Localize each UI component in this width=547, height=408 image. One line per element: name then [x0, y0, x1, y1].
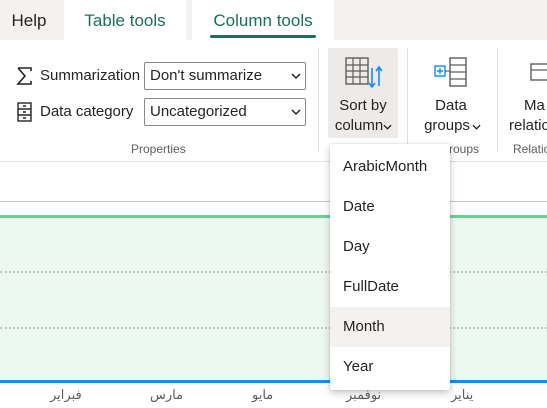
chart-series-line	[0, 380, 547, 383]
ribbon-tab-bar: Help Table tools Column tools	[0, 0, 547, 40]
tab-column-tools-label: Column tools	[213, 11, 313, 30]
x-axis-tick: فبراير	[50, 388, 82, 403]
data-groups-button[interactable]: Data groups	[414, 48, 488, 138]
sigma-icon	[16, 67, 32, 85]
tab-table-tools[interactable]: Table tools	[64, 0, 186, 40]
summarization-dropdown[interactable]: Don't summarize	[144, 62, 306, 90]
relationships-group-label: Relatio	[513, 142, 547, 156]
menu-item-fulldate[interactable]: FullDate	[330, 267, 450, 307]
x-axis-tick: يناير	[451, 388, 474, 403]
manage-relationships-button[interactable]: Ma relatio	[504, 48, 547, 138]
group-divider	[318, 48, 319, 152]
data-category-value: Uncategorized	[150, 103, 247, 120]
active-tab-indicator	[210, 35, 316, 38]
manage-relationships-label-2: relatio	[509, 117, 547, 134]
sort-by-column-label-2: column	[334, 117, 384, 134]
x-axis-tick: مايو	[252, 388, 274, 403]
report-canvas: فبراير مارس مايو نوفمبر يناير	[0, 162, 547, 408]
chevron-down-icon	[383, 124, 392, 130]
menu-item-day[interactable]: Day	[330, 227, 450, 267]
sort-by-column-label-1: Sort by	[339, 97, 387, 114]
menu-item-arabicmonth[interactable]: ArabicMonth	[330, 147, 450, 187]
manage-relationships-icon	[530, 63, 547, 81]
x-axis-tick: مارس	[150, 388, 184, 403]
chevron-down-icon	[291, 73, 301, 80]
group-divider	[497, 48, 498, 152]
menu-item-year[interactable]: Year	[330, 347, 450, 387]
x-axis-tick: نوفمبر	[346, 388, 382, 403]
visual-header	[0, 162, 547, 202]
area-chart[interactable]	[0, 215, 547, 383]
chevron-down-icon	[472, 124, 481, 130]
properties-group-label: Properties	[131, 142, 186, 156]
ribbon: Summarization Don't summarize Data categ…	[0, 40, 547, 162]
data-category-dropdown[interactable]: Uncategorized	[144, 98, 306, 126]
gridline	[0, 327, 547, 329]
manage-relationships-label-1: Ma	[524, 97, 545, 114]
tab-help[interactable]: Help	[0, 0, 58, 40]
menu-item-date[interactable]: Date	[330, 187, 450, 227]
gridline	[0, 271, 547, 273]
data-category-label: Data category	[40, 103, 134, 120]
menu-item-month[interactable]: Month	[330, 307, 450, 347]
summarization-label: Summarization	[40, 67, 141, 84]
group-divider	[407, 48, 408, 152]
data-category-icon	[17, 102, 32, 122]
data-groups-label-2: groups	[424, 117, 470, 134]
summarization-value: Don't summarize	[150, 67, 263, 84]
sort-by-column-icon	[345, 57, 383, 89]
sort-by-column-menu: ArabicMonth Date Day FullDate Month Year	[330, 144, 450, 390]
chevron-down-icon	[291, 109, 301, 116]
data-groups-label-1: Data	[435, 97, 467, 114]
sort-by-column-button[interactable]: Sort by column	[328, 48, 398, 138]
data-groups-icon	[434, 57, 467, 87]
tab-column-tools[interactable]: Column tools	[192, 0, 334, 40]
groups-group-label: roups	[449, 142, 480, 156]
